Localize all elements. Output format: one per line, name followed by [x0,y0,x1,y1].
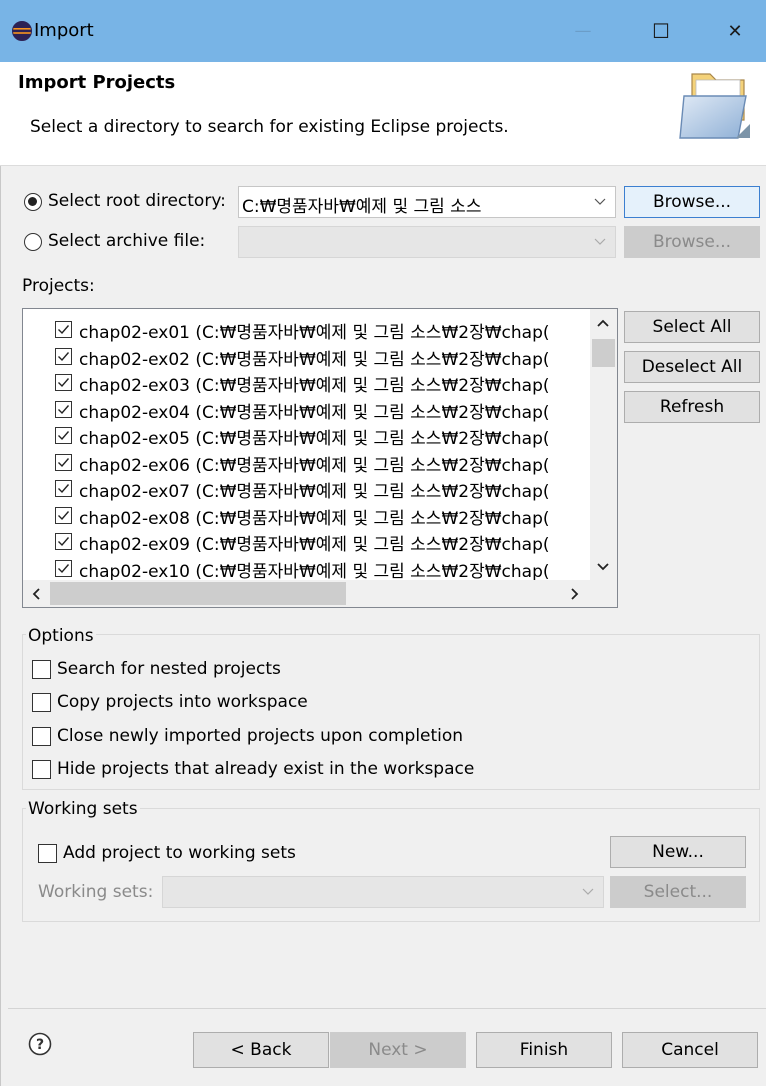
project-checkbox[interactable] [55,347,72,365]
left-border [0,166,9,1086]
eclipse-icon [12,21,32,41]
vertical-scrollbar[interactable] [590,309,617,589]
new-working-set-button[interactable]: New... [610,836,746,868]
back-button[interactable]: < Back [193,1032,329,1068]
close-imported-label: Close newly imported projects upon compl… [57,726,464,746]
maximize-button[interactable]: ☐ [630,0,692,62]
close-button[interactable]: ✕ [704,0,766,62]
root-directory-value: C:₩명품자바₩예제 및 그림 소스 [242,197,482,217]
checkmark-icon [58,563,70,573]
close-imported-checkbox[interactable] [32,727,51,746]
archive-file-label: Select archive file: [48,231,206,251]
checkmark-icon [58,325,70,335]
project-label: chap02-ex10 (C:₩명품자바₩예제 및 그림 소스₩2장₩chap( [79,561,550,582]
page-title: Import Projects [18,72,176,93]
root-directory-combo[interactable]: C:₩명품자바₩예제 및 그림 소스 [238,186,616,218]
horizontal-scrollbar[interactable] [23,580,617,607]
close-icon: ✕ [727,20,743,42]
project-label: chap02-ex05 (C:₩명품자바₩예제 및 그림 소스₩2장₩chap( [79,429,550,449]
select-working-set-button[interactable]: Select... [610,876,746,908]
checkmark-icon [58,431,70,441]
checkmark-icon [58,510,70,520]
folder-open-icon [679,73,750,139]
working-sets-label: Working sets: [38,882,154,902]
hide-existing-label: Hide projects that already exist in the … [57,759,475,779]
checkmark-icon [58,537,70,547]
project-label: chap02-ex04 (C:₩명품자바₩예제 및 그림 소스₩2장₩chap( [79,402,550,423]
project-label: chap02-ex08 (C:₩명품자바₩예제 및 그림 소스₩2장₩chap( [79,508,550,529]
deselect-all-button[interactable]: Deselect All [624,351,760,383]
project-checkbox[interactable] [55,480,72,497]
scroll-up-icon[interactable] [596,317,610,331]
scroll-right-icon[interactable] [567,587,581,601]
finish-button[interactable]: Finish [476,1032,612,1068]
project-checkbox[interactable] [55,559,72,577]
next-button[interactable]: Next > [330,1032,466,1068]
checkmark-icon [58,404,70,414]
cancel-button[interactable]: Cancel [622,1032,758,1068]
project-label: chap02-ex09 (C:₩명품자바₩예제 및 그림 소스₩2장₩chap( [79,535,550,555]
project-checkbox[interactable] [55,427,72,444]
copy-projects-checkbox[interactable] [32,693,51,712]
add-to-working-sets-checkbox[interactable] [38,844,57,863]
project-checkbox[interactable] [55,506,72,524]
search-nested-label: Search for nested projects [57,659,281,679]
checkmark-icon [58,351,70,361]
minimize-icon: — [574,21,592,41]
maximize-icon: ☐ [652,19,670,43]
project-checkbox[interactable] [55,400,72,418]
chevron-down-icon [594,238,606,245]
project-label: chap02-ex01 (C:₩명품자바₩예제 및 그림 소스₩2장₩chap( [79,323,550,343]
archive-file-radio[interactable] [24,233,42,251]
projects-label: Projects: [22,276,95,296]
project-label: chap02-ex02 (C:₩명품자바₩예제 및 그림 소스₩2장₩chap( [79,349,550,370]
project-label: chap02-ex03 (C:₩명품자바₩예제 및 그림 소스₩2장₩chap( [79,376,550,396]
working-sets-title: Working sets [26,799,140,819]
project-checkbox[interactable] [55,453,72,471]
checkmark-icon [58,378,70,388]
minimize-button[interactable]: — [552,0,614,62]
hide-existing-checkbox[interactable] [32,760,51,779]
checkmark-icon [58,457,70,467]
scroll-down-icon[interactable] [596,559,610,573]
horizontal-scroll-thumb[interactable] [50,582,346,605]
window-title: Import [34,20,94,41]
copy-projects-label: Copy projects into workspace [57,692,308,712]
search-nested-checkbox[interactable] [32,660,51,679]
options-title: Options [26,626,96,646]
add-to-working-sets-label: Add project to working sets [63,843,296,863]
project-label: chap02-ex07 (C:₩명품자바₩예제 및 그림 소스₩2장₩chap( [79,482,550,502]
footer-divider [8,1008,766,1009]
project-label: chap02-ex06 (C:₩명품자바₩예제 및 그림 소스₩2장₩chap( [79,455,550,476]
working-sets-combo[interactable] [162,876,604,908]
scroll-left-icon[interactable] [30,587,44,601]
select-all-button[interactable]: Select All [624,311,760,343]
root-directory-label: Select root directory: [48,191,226,211]
checkmark-icon [58,484,70,494]
archive-file-combo[interactable] [238,226,616,258]
browse-directory-button[interactable]: Browse... [624,186,760,218]
refresh-button[interactable]: Refresh [624,391,760,423]
root-directory-radio[interactable] [24,193,42,211]
chevron-down-icon [594,198,606,205]
window-titlebar: Import — ☐ ✕ [0,0,766,62]
project-checkbox[interactable] [55,321,72,338]
wizard-header: Import Projects Select a directory to se… [0,62,766,166]
projects-list[interactable]: chap02-ex01 (C:₩명품자바₩예제 및 그림 소스₩2장₩chap(… [22,308,618,608]
browse-archive-button[interactable]: Browse... [624,226,760,258]
project-checkbox[interactable] [55,533,72,550]
project-checkbox[interactable] [55,374,72,391]
help-icon[interactable]: ? [28,1032,52,1056]
vertical-scroll-thumb[interactable] [592,339,615,367]
page-description: Select a directory to search for existin… [30,117,509,137]
svg-text:?: ? [36,1037,44,1053]
chevron-down-icon [582,888,594,895]
